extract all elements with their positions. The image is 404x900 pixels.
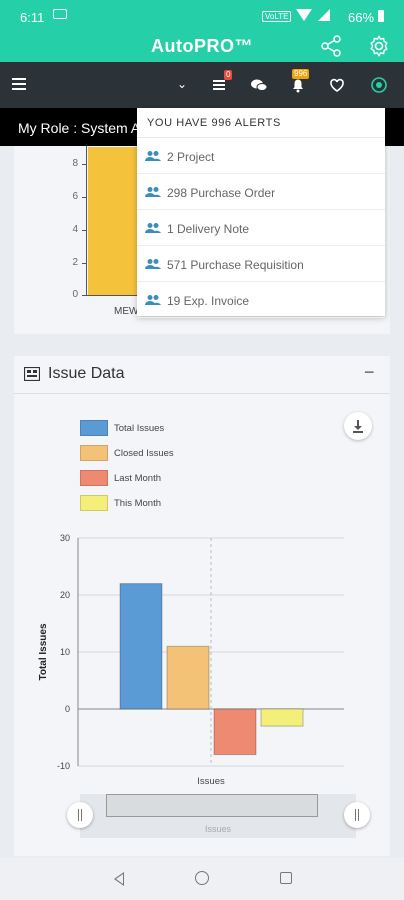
- chart-bar: [119, 583, 163, 710]
- chevron-down-icon[interactable]: ⌄: [177, 77, 187, 91]
- alert-item-delivery-note[interactable]: 1 Delivery Note: [137, 210, 385, 246]
- y-tick-label: 10: [60, 647, 70, 657]
- battery-icon: [378, 10, 384, 22]
- download-button[interactable]: [344, 412, 372, 440]
- legend-label: Total Issues: [114, 423, 165, 434]
- heart-icon[interactable]: [326, 74, 348, 96]
- alert-item-label: 1 Delivery Note: [167, 222, 250, 236]
- chart-bar: [260, 708, 304, 727]
- menu-icon[interactable]: [12, 78, 26, 90]
- users-icon: [145, 259, 161, 269]
- y-tick-label: 0: [72, 289, 78, 300]
- slider-window[interactable]: [106, 794, 318, 817]
- list-badge: 0: [224, 70, 233, 80]
- y-tick-label: 4: [72, 224, 78, 235]
- legend-swatch: [80, 420, 108, 436]
- chart-card-icon: [24, 367, 40, 381]
- alert-item-project[interactable]: 2 Project: [137, 138, 385, 174]
- role-text: My Role : System Ad: [18, 120, 148, 136]
- alerts-dropdown: YOU HAVE 996 ALERTS 2 Project 298 Purcha…: [137, 108, 385, 318]
- slider-label: Issues: [204, 824, 231, 834]
- signal-icon: [318, 9, 330, 21]
- y-tick-label: 6: [72, 191, 78, 202]
- x-tick-label: MEW: [114, 306, 139, 317]
- top-navbar: ⌄ 0 996: [0, 62, 404, 108]
- legend-label: Closed Issues: [114, 448, 174, 459]
- system-nav-bar: [0, 858, 404, 900]
- app-title: AutoPRO™: [151, 36, 253, 56]
- users-icon: [145, 295, 161, 305]
- alert-item-label: 571 Purchase Requisition: [167, 258, 304, 272]
- users-icon: [145, 223, 161, 233]
- y-tick-label: 30: [60, 533, 70, 543]
- legend-label: This Month: [114, 498, 161, 509]
- legend-swatch: [80, 495, 108, 511]
- chart-bar: [213, 708, 257, 756]
- alert-item-label: 2 Project: [167, 150, 215, 164]
- alert-item-purchase-order[interactable]: 298 Purchase Order: [137, 174, 385, 210]
- alerts-badge: 996: [292, 69, 310, 79]
- y-axis-title: Total Issues: [38, 623, 49, 680]
- alert-item-exp-invoice[interactable]: 19 Exp. Invoice: [137, 282, 385, 318]
- alerts-header: YOU HAVE 996 ALERTS: [137, 108, 385, 138]
- range-slider: Issues: [67, 794, 370, 838]
- legend-label: Last Month: [114, 473, 161, 484]
- app-bar: AutoPRO™: [0, 34, 404, 62]
- x-axis-label: Issues: [197, 776, 225, 787]
- download-icon: [353, 420, 363, 433]
- legend-swatch: [80, 470, 108, 486]
- legend-swatch: [80, 445, 108, 461]
- y-tick-label: 0: [65, 704, 70, 714]
- issue-bar-chart: 30 20 10 0 -10 Issues Total Issues: [38, 533, 344, 787]
- wifi-icon: [296, 9, 312, 21]
- status-time: 6:11: [20, 10, 45, 25]
- y-tick-label: 20: [60, 590, 70, 600]
- avatar[interactable]: [368, 74, 390, 96]
- chart-bar: [166, 645, 210, 710]
- recents-icon[interactable]: [280, 872, 292, 884]
- users-icon: [145, 151, 161, 161]
- back-icon[interactable]: [114, 872, 124, 886]
- alert-item-purchase-requisition[interactable]: 571 Purchase Requisition: [137, 246, 385, 282]
- issue-data-card: Issue Data − Total Issues Closed Issues …: [14, 356, 390, 856]
- network-label: VoLTE: [262, 11, 292, 22]
- card-title: Issue Data: [48, 365, 125, 382]
- y-axis: [86, 146, 87, 296]
- chat-icon[interactable]: [248, 74, 270, 96]
- y-tick-label: 2: [72, 257, 78, 268]
- home-icon[interactable]: [195, 871, 209, 885]
- y-tick-label: 8: [72, 158, 78, 169]
- battery-percent: 66%: [348, 10, 375, 25]
- users-icon: [145, 187, 161, 197]
- share-icon[interactable]: [319, 34, 343, 58]
- alert-item-label: 298 Purchase Order: [167, 186, 276, 200]
- collapse-button[interactable]: −: [364, 362, 375, 383]
- card-header: Issue Data −: [14, 356, 390, 394]
- alert-item-label: 19 Exp. Invoice: [167, 294, 250, 308]
- gear-icon[interactable]: [367, 34, 391, 58]
- screen-cast-icon: [53, 9, 67, 19]
- y-tick-label: -10: [57, 761, 70, 771]
- status-bar: 6:11 VoLTE 66%: [0, 0, 404, 34]
